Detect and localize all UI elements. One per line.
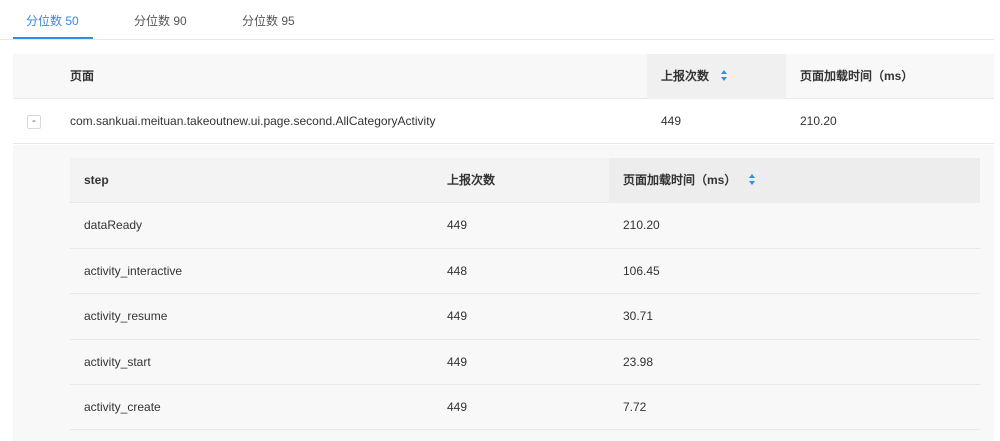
table-row: activity_create 449 7.72 bbox=[70, 384, 980, 431]
load-time-cell: 23.98 bbox=[623, 354, 654, 369]
step-cell: activity_create bbox=[84, 399, 161, 414]
step-cell: activity_resume bbox=[84, 309, 168, 324]
step-table-header: step 上报次数 页面加载时间（ms） bbox=[70, 158, 980, 204]
sort-icon[interactable] bbox=[720, 69, 728, 82]
table-row: dataReady 449 210.20 bbox=[70, 203, 980, 249]
count-cell: 449 bbox=[447, 218, 468, 233]
table-row: activity_start 449 23.98 bbox=[70, 339, 980, 385]
load-time-cell: 210.20 bbox=[623, 218, 660, 233]
step-cell: activity_start bbox=[84, 354, 151, 369]
tab-quantile-95[interactable]: 分位数 95 bbox=[242, 0, 295, 40]
column-header-count[interactable]: 上报次数 bbox=[661, 54, 728, 99]
load-time-cell: 210.20 bbox=[800, 114, 837, 128]
count-cell: 449 bbox=[447, 399, 468, 414]
tab-quantile-90[interactable]: 分位数 90 bbox=[134, 0, 187, 40]
load-time-cell: 106.45 bbox=[623, 263, 660, 278]
tab-quantile-50[interactable]: 分位数 50 bbox=[26, 0, 79, 40]
column-header-step: step bbox=[84, 173, 109, 187]
count-cell: 449 bbox=[447, 309, 468, 324]
step-cell: dataReady bbox=[84, 218, 143, 233]
count-cell: 449 bbox=[447, 354, 468, 369]
page-table-header: 页面 上报次数 页面加载时间（ms） bbox=[13, 54, 994, 99]
column-header-load-time-label: 页面加载时间（ms） bbox=[623, 173, 737, 187]
load-time-cell: 30.71 bbox=[623, 309, 654, 324]
column-header-page: 页面 bbox=[70, 69, 95, 83]
page-table: 页面 上报次数 页面加载时间（ms） - com.sankuai.meituan… bbox=[13, 54, 994, 144]
load-time-cell: 7.72 bbox=[623, 399, 647, 414]
count-cell: 448 bbox=[447, 263, 468, 278]
table-row: activity_interactive 448 106.45 bbox=[70, 248, 980, 295]
collapse-row-button[interactable]: - bbox=[27, 115, 41, 129]
column-header-count: 上报次数 bbox=[447, 173, 496, 187]
page-name-cell: com.sankuai.meituan.takeoutnew.ui.page.s… bbox=[70, 114, 436, 128]
column-header-load-time: 页面加载时间（ms） bbox=[800, 69, 914, 83]
table-row: - com.sankuai.meituan.takeoutnew.ui.page… bbox=[13, 99, 994, 144]
expanded-row-panel: step 上报次数 页面加载时间（ms） dataReady 449 210.2… bbox=[13, 145, 994, 441]
count-cell: 449 bbox=[661, 114, 682, 128]
column-header-load-time[interactable]: 页面加载时间（ms） bbox=[623, 158, 756, 203]
active-tab-indicator bbox=[13, 37, 93, 39]
column-header-count-label: 上报次数 bbox=[661, 69, 710, 83]
table-row: activity_resume 449 30.71 bbox=[70, 294, 980, 340]
quantile-tabs: 分位数 50 分位数 90 分位数 95 bbox=[0, 0, 994, 40]
step-cell: activity_interactive bbox=[84, 263, 183, 278]
step-table: step 上报次数 页面加载时间（ms） dataReady 449 210.2… bbox=[70, 158, 980, 431]
sort-icon[interactable] bbox=[748, 173, 756, 186]
